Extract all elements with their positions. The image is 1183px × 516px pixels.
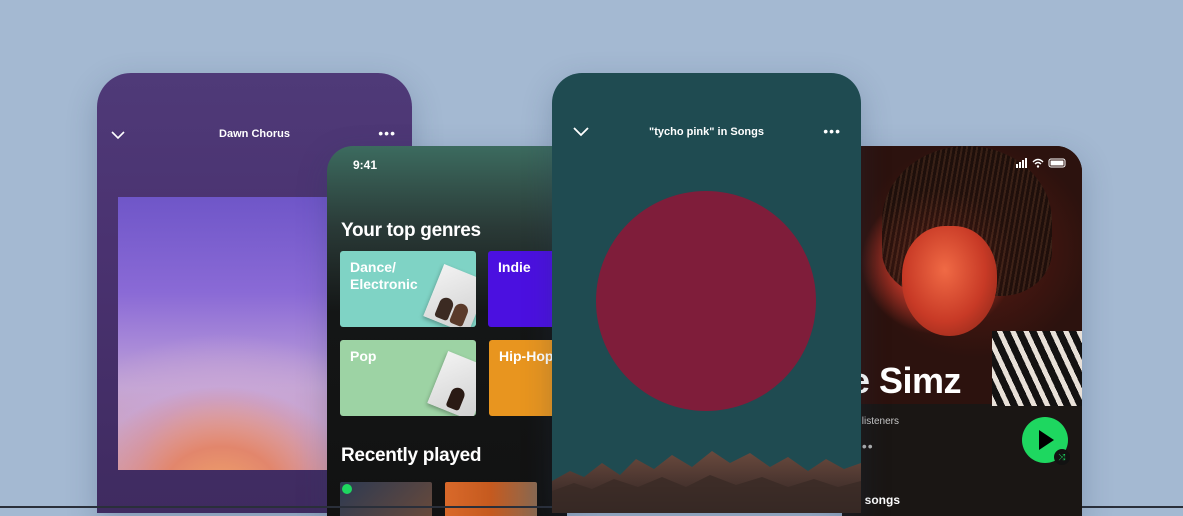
shuffle-icon[interactable]: ⤨ — [1054, 449, 1070, 465]
status-time: 9:41 — [353, 158, 378, 172]
genre-tile-dance[interactable]: Dance/ Electronic — [340, 251, 476, 327]
album-disc — [596, 191, 816, 411]
now-playing-phone: "tycho pink" in Songs ••• — [552, 73, 861, 513]
recent-item[interactable] — [445, 482, 537, 516]
spotify-icon — [342, 484, 352, 494]
genre-cover — [427, 351, 476, 416]
recent-item[interactable] — [340, 482, 432, 516]
more-dots-icon[interactable]: ••• — [378, 125, 396, 141]
genre-label: Dance/ Electronic — [350, 259, 418, 292]
play-icon — [1039, 430, 1054, 450]
player-title: Dawn Chorus — [219, 128, 290, 140]
recently-played-heading: Recently played — [341, 445, 482, 466]
status-bar-icons — [1016, 158, 1068, 171]
genre-tile-pop[interactable]: Pop — [340, 340, 476, 416]
more-dots-icon[interactable]: ••• — [823, 123, 841, 139]
top-genres-heading: Your top genres — [341, 220, 481, 241]
genre-label: Pop — [350, 348, 377, 364]
home-phone: 9:41 Your top genres Dance/ Electronic I… — [327, 146, 567, 516]
genre-cover — [423, 264, 476, 327]
player-title: "tycho pink" in Songs — [649, 126, 764, 138]
artist-name: e Simz — [850, 360, 962, 401]
mountain-artwork — [552, 451, 861, 513]
artist-phone: e Simz y listeners ••• ⤨ d songs — [842, 146, 1082, 516]
album-art — [118, 197, 333, 470]
